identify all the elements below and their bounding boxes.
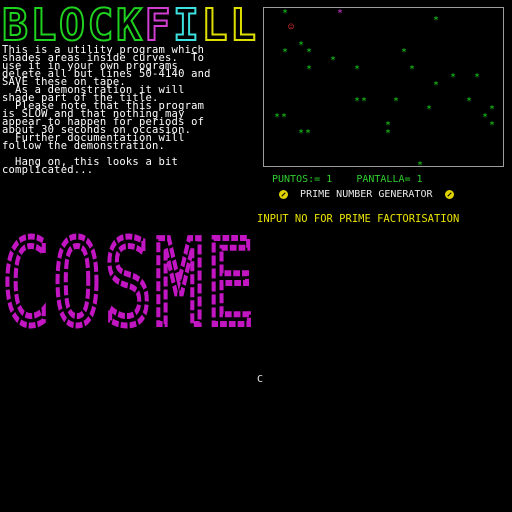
star-item: * (409, 64, 416, 75)
text-cursor[interactable]: C (257, 374, 263, 385)
star-item: * (474, 72, 481, 83)
star-item: * (385, 128, 392, 139)
star-item: * (361, 96, 368, 107)
puntos-label: PUNTOS:= (272, 174, 321, 185)
star-item: * (354, 96, 361, 107)
star-item: * (282, 47, 289, 58)
star-item: * (305, 128, 312, 139)
title-letter: L (230, 0, 256, 46)
coin-icon (444, 189, 454, 199)
title-letter: F (145, 0, 171, 46)
blockfill-title: BLOCKFILL (1, 0, 257, 46)
cosme-letter: E (206, 222, 254, 332)
score-readout: PUNTOS:= 1 PANTALLA= 1 (272, 174, 423, 185)
cosme-letter: C (2, 222, 50, 332)
title-letter: C (88, 0, 114, 46)
star-item: * (466, 96, 473, 107)
star-item: * (298, 128, 305, 139)
cosme-letter: M (155, 222, 203, 332)
prime-banner: PRIME NUMBER GENERATOR (279, 189, 454, 200)
description-text: This is a utility program which shades a… (2, 44, 211, 176)
star-item: * (401, 47, 408, 58)
star-item: * (274, 112, 281, 123)
coin-icon (279, 189, 288, 199)
star-item: * (426, 104, 433, 115)
star-item: * (330, 55, 337, 66)
star-item: * (306, 47, 313, 58)
star-item: * (282, 8, 289, 19)
star-item: * (433, 80, 440, 91)
star-item: * (450, 72, 457, 83)
star-item: * (298, 40, 305, 51)
star-item: * (306, 64, 313, 75)
pantalla-label: PANTALLA= (356, 174, 411, 185)
cosme-word: COSME (0, 222, 257, 332)
puntos-value: 1 (326, 174, 333, 185)
star-item: * (393, 96, 400, 107)
star-item: * (417, 160, 424, 171)
star-item: * (482, 112, 489, 123)
pantalla-value: 1 (416, 174, 423, 185)
title-letter: L (202, 0, 228, 46)
star-item: * (281, 112, 288, 123)
game-playfield: * * * ☺ * * * * * * * * * * * * * * * * … (263, 7, 504, 171)
input-prompt: INPUT NO FOR PRIME FACTORISATION (257, 213, 460, 225)
title-letter: B (2, 0, 28, 46)
cosme-letter: S (104, 222, 152, 332)
star-item: * (489, 104, 496, 115)
star-item: * (337, 8, 344, 19)
title-letter: K (116, 0, 142, 46)
title-letter: O (59, 0, 85, 46)
star-item: * (354, 64, 361, 75)
star-item: * (489, 120, 496, 131)
title-letter: I (173, 0, 199, 46)
cosme-letter: O (53, 222, 101, 332)
star-item: * (433, 15, 440, 26)
player-icon: ☺ (288, 22, 295, 33)
banner-text: PRIME NUMBER GENERATOR (300, 189, 433, 200)
title-letter: L (31, 0, 57, 46)
